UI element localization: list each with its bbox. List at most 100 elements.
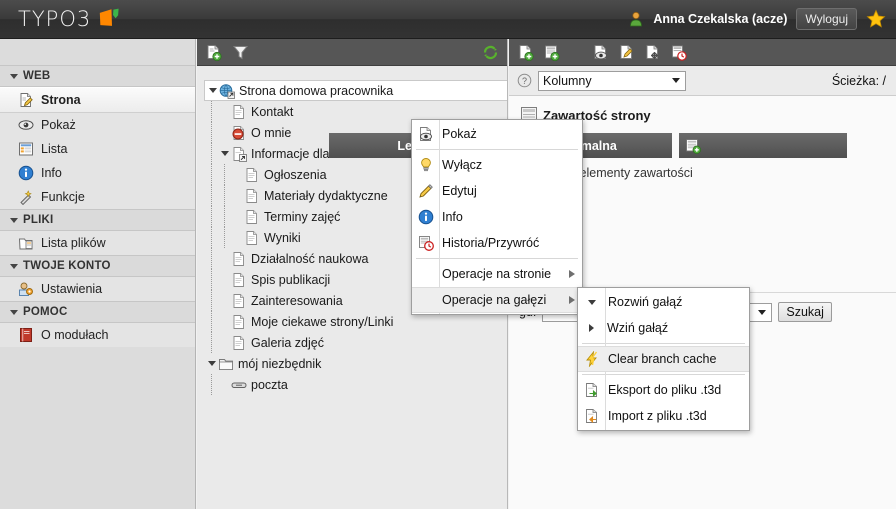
search-button[interactable]: Szukaj bbox=[778, 302, 832, 322]
chevron-down-icon bbox=[672, 78, 680, 83]
eye-icon bbox=[18, 117, 34, 133]
sidebar-section-pomoc[interactable]: POMOC bbox=[0, 301, 195, 323]
sidebar-item-pokaż[interactable]: Pokaż bbox=[0, 113, 195, 137]
sidebar-item-funkcje[interactable]: Funkcje bbox=[0, 185, 195, 209]
triangle-down-icon bbox=[588, 299, 596, 305]
menu-item[interactable]: Pokaż bbox=[412, 121, 582, 147]
sidebar-section-label: POMOC bbox=[23, 306, 68, 318]
link-icon bbox=[231, 377, 247, 393]
caret-down-icon bbox=[10, 73, 18, 79]
menu-item[interactable]: Wziń gałąź bbox=[578, 315, 749, 341]
tree-toggle bbox=[231, 227, 244, 248]
new-record-icon[interactable] bbox=[543, 44, 560, 61]
user-avatar-icon bbox=[628, 11, 644, 27]
tree-toggle[interactable] bbox=[218, 143, 231, 164]
view-mode-value: Kolumny bbox=[543, 73, 592, 88]
book-icon bbox=[18, 327, 34, 343]
sidebar-item-o-modułach[interactable]: O modułach bbox=[0, 323, 195, 347]
doc-header: ? Kolumny Ścieżka: / bbox=[509, 66, 896, 96]
sidebar-item-label: O modułach bbox=[41, 328, 109, 342]
new-page-icon[interactable] bbox=[205, 44, 222, 61]
page-icon bbox=[231, 335, 247, 351]
tree-toggle bbox=[218, 374, 231, 395]
menu-item[interactable]: Eksport do pliku .t3d bbox=[578, 377, 749, 403]
sidebar-item-label: Lista bbox=[41, 142, 68, 156]
menu-separator bbox=[416, 149, 578, 150]
sidebar-item-info[interactable]: Info bbox=[0, 161, 195, 185]
tree-node-label: mój niezbędnik bbox=[238, 356, 322, 371]
tree-toggle bbox=[231, 206, 244, 227]
edit-page-icon[interactable] bbox=[618, 44, 635, 61]
menu-item[interactable]: Operacje na gałęzi bbox=[412, 287, 582, 313]
tree-node-label: Galeria zdjęć bbox=[251, 335, 324, 350]
tree-node[interactable]: Galeria zdjęć bbox=[205, 332, 507, 353]
menu-item[interactable]: Historia/Przywróć bbox=[412, 230, 582, 256]
info-icon bbox=[418, 209, 434, 225]
tree-toggle bbox=[218, 101, 231, 122]
menu-item[interactable]: Operacje na stronie bbox=[412, 261, 582, 287]
tree-node-label: Spis publikacji bbox=[251, 272, 331, 287]
move-page-icon[interactable] bbox=[644, 44, 661, 61]
menu-item[interactable]: Clear branch cache bbox=[578, 346, 749, 372]
sidebar-section-twoje-konto[interactable]: TWOJE KONTO bbox=[0, 255, 195, 277]
globe-shortcut-icon bbox=[219, 83, 235, 99]
menu-item[interactable]: Wyłącz bbox=[412, 152, 582, 178]
tree-node-label: Materiały dydaktyczne bbox=[264, 188, 388, 203]
page-edit-icon bbox=[18, 92, 34, 108]
sidebar-item-lista-plików[interactable]: Lista plików bbox=[0, 231, 195, 255]
tree-node-label: Kontakt bbox=[251, 104, 294, 119]
tree-indent bbox=[205, 269, 218, 290]
tree-indent bbox=[205, 227, 218, 248]
sidebar-item-label: Funkcje bbox=[41, 190, 85, 204]
tree-indent bbox=[218, 164, 231, 185]
logout-button[interactable]: Wyloguj bbox=[796, 8, 857, 30]
folder-list-icon bbox=[18, 235, 34, 251]
tree-indent bbox=[218, 185, 231, 206]
tree-node[interactable]: poczta bbox=[205, 374, 507, 395]
import-icon bbox=[584, 408, 600, 424]
menu-item-label: Clear branch cache bbox=[608, 352, 717, 366]
content-column-header[interactable] bbox=[679, 133, 847, 158]
tree-node-label: Moje ciekawe strony/Linki bbox=[251, 314, 394, 329]
filter-funnel-icon[interactable] bbox=[232, 44, 249, 61]
view-mode-select[interactable]: Kolumny bbox=[538, 70, 686, 91]
tree-node-label: Strona domowa pracownika bbox=[239, 83, 394, 98]
menu-item[interactable]: Rozwiń gałąź bbox=[578, 289, 749, 315]
menu-item[interactable]: Info bbox=[412, 204, 582, 230]
folder-icon bbox=[218, 356, 234, 372]
sidebar-section-web[interactable]: WEB bbox=[0, 65, 195, 87]
sidebar-item-strona[interactable]: Strona bbox=[0, 87, 195, 113]
new-content-icon[interactable] bbox=[685, 138, 701, 154]
sidebar-item-lista[interactable]: Lista bbox=[0, 137, 195, 161]
help-icon[interactable]: ? bbox=[517, 73, 532, 88]
page-icon bbox=[244, 167, 260, 183]
page-icon bbox=[244, 230, 260, 246]
page-icon bbox=[231, 272, 247, 288]
tree-toggle[interactable] bbox=[205, 353, 218, 374]
view-page-icon[interactable] bbox=[592, 44, 609, 61]
context-submenu: Rozwiń gałąź Wziń gałąź Clear branch cache… bbox=[577, 287, 750, 431]
tree-node-label: Terminy zajęć bbox=[264, 209, 341, 224]
star-icon[interactable] bbox=[866, 9, 886, 29]
new-page-icon[interactable] bbox=[517, 44, 534, 61]
logo[interactable]: TYPO3 bbox=[18, 7, 121, 31]
menu-item-label: Import z pliku .t3d bbox=[608, 409, 707, 423]
typo3-backend: TYPO3 Anna Czekalska (acze) Wyloguj WEB … bbox=[0, 0, 896, 509]
sidebar-section-pliki[interactable]: PLIKI bbox=[0, 209, 195, 231]
menu-separator bbox=[582, 374, 745, 375]
tree-node[interactable]: mój niezbędnik bbox=[205, 353, 507, 374]
tree-node[interactable]: Strona domowa pracownika bbox=[204, 80, 507, 101]
tree-toggle bbox=[231, 185, 244, 206]
sidebar-item-ustawienia[interactable]: Ustawienia bbox=[0, 277, 195, 301]
menu-item[interactable]: Edytuj bbox=[412, 178, 582, 204]
triangle-down-icon bbox=[220, 151, 229, 156]
refresh-icon[interactable] bbox=[482, 44, 499, 61]
tree-toggle[interactable] bbox=[206, 80, 219, 101]
menu-item-label: Wyłącz bbox=[442, 158, 483, 172]
page-icon bbox=[231, 251, 247, 267]
menu-item[interactable]: Import z pliku .t3d bbox=[578, 403, 749, 429]
history-icon[interactable] bbox=[670, 44, 687, 61]
magic-wand-icon bbox=[18, 189, 34, 206]
sidebar-item-label: Lista plików bbox=[41, 236, 106, 250]
page-icon bbox=[231, 293, 247, 309]
